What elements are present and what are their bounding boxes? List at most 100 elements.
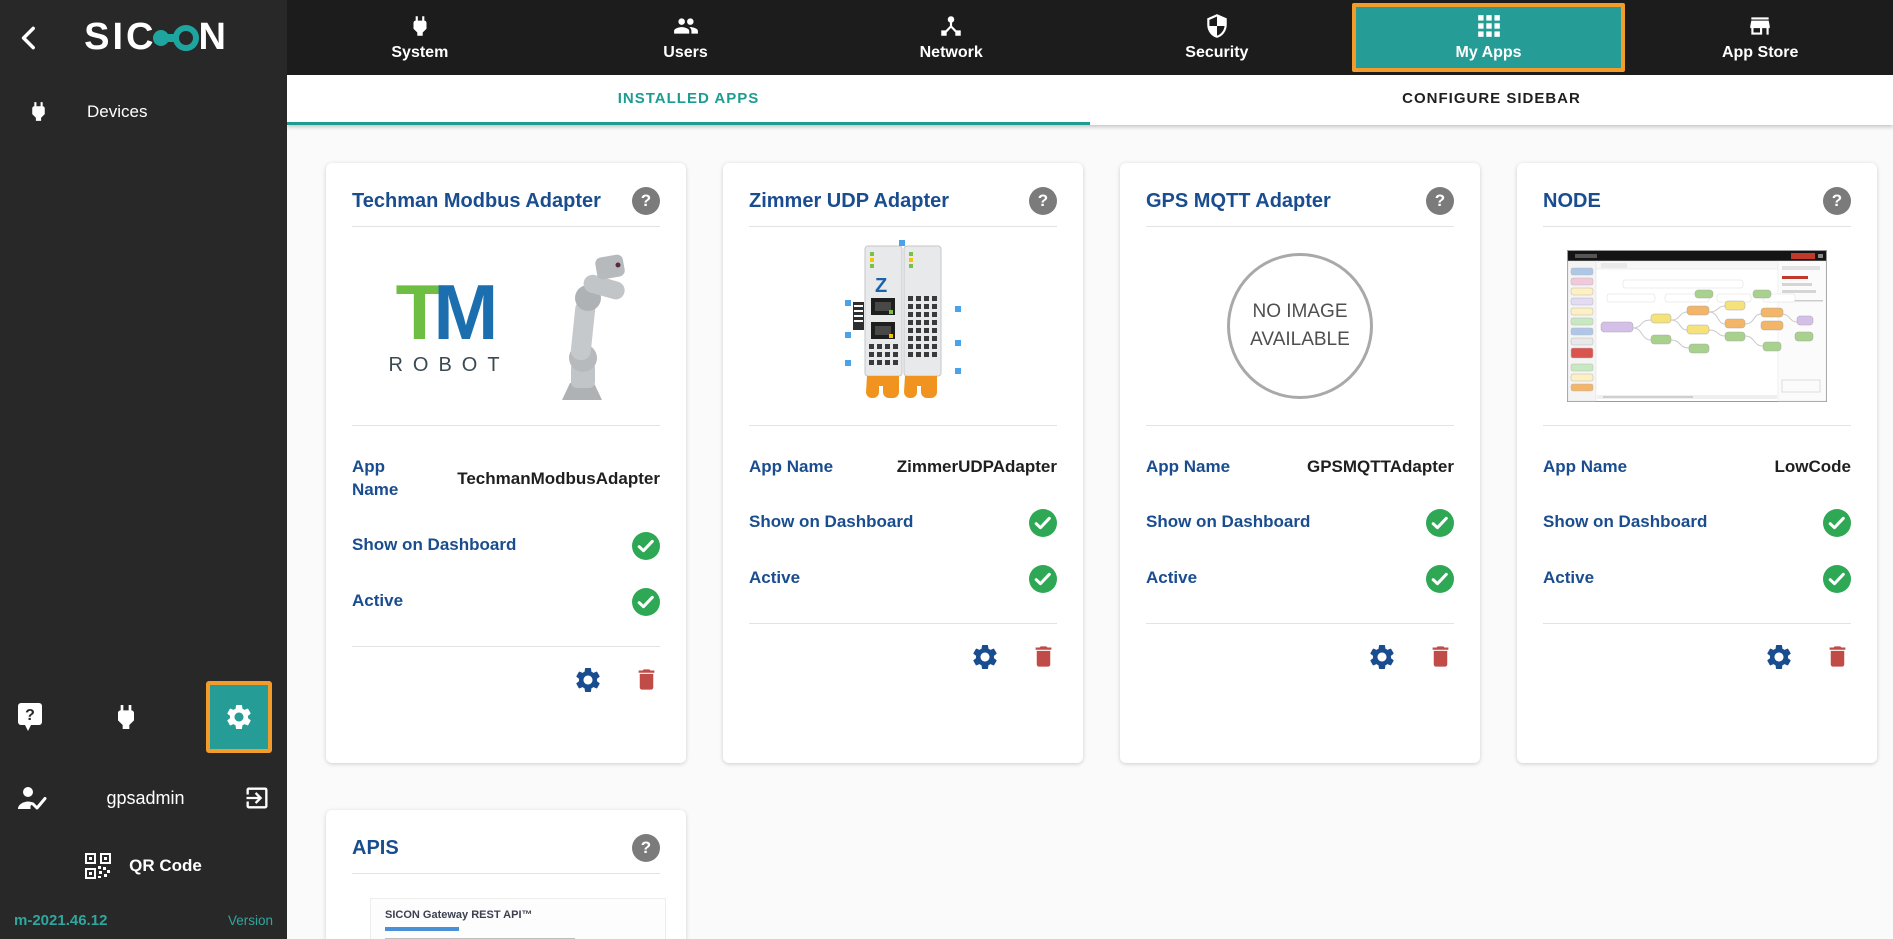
sidebar-tools: ? (0, 680, 287, 754)
plug-icon (26, 99, 51, 124)
show-on-dashboard-label: Show on Dashboard (1146, 512, 1311, 532)
card-settings-button[interactable] (970, 642, 1000, 672)
app-image: Z (749, 227, 1057, 425)
card-title: APIS (352, 836, 399, 859)
card-delete-button[interactable] (1030, 643, 1057, 670)
card-title: Techman Modbus Adapter (352, 189, 601, 212)
logo-text-left: SIC (84, 16, 157, 58)
trash-icon (1030, 643, 1057, 670)
active-label: Active (1543, 568, 1595, 588)
check-circle-icon[interactable] (1029, 564, 1057, 593)
divider (1146, 425, 1454, 426)
svg-text:?: ? (25, 707, 35, 724)
check-circle-icon[interactable] (632, 531, 660, 560)
account-check-icon (16, 783, 48, 813)
nav-item-users[interactable]: Users (553, 0, 819, 75)
qr-code-icon (85, 853, 112, 879)
check-circle-icon[interactable] (1426, 564, 1454, 593)
help-icon[interactable]: ? (632, 834, 660, 862)
sicon-logo: SIC N (52, 16, 261, 59)
app-name-label: App Name (1543, 457, 1628, 476)
app-image: NO IMAGE AVAILABLE (1146, 227, 1454, 425)
check-circle-icon[interactable] (1823, 508, 1851, 537)
no-image-placeholder: NO IMAGE AVAILABLE (1227, 253, 1373, 399)
qr-code-label: QR Code (129, 856, 202, 875)
tab-installed-apps[interactable]: INSTALLED APPS (287, 75, 1090, 125)
check-circle-icon[interactable] (1426, 508, 1454, 537)
trash-icon (633, 666, 660, 693)
help-icon[interactable]: ? (632, 187, 660, 215)
card-title: GPS MQTT Adapter (1146, 189, 1331, 212)
version-value: m-2021.46.12 (14, 912, 108, 929)
help-icon[interactable]: ? (1029, 187, 1057, 215)
api-doc-link-bar (385, 927, 459, 931)
version-row: m-2021.46.12 Version (14, 912, 273, 929)
logout-button[interactable] (243, 784, 271, 812)
logo-text-right: N (198, 16, 229, 58)
gear-icon (1764, 642, 1794, 672)
divider (1543, 425, 1851, 426)
shield-icon (1204, 13, 1230, 39)
back-button[interactable] (8, 16, 52, 60)
users-icon (673, 13, 699, 39)
gear-icon (573, 665, 603, 695)
chevron-left-icon (15, 23, 45, 53)
nav-item-network[interactable]: Network (818, 0, 1084, 75)
divider (1543, 622, 1851, 624)
robot-arm-image (536, 252, 628, 400)
nav-label: Security (1185, 44, 1249, 61)
nav-item-my-apps[interactable]: My Apps (1351, 3, 1626, 72)
check-circle-icon[interactable] (1029, 508, 1057, 537)
qr-code-button[interactable]: QR Code (0, 843, 287, 889)
app-card-apis: APIS ? SICON Gateway REST API™ (326, 810, 686, 939)
nav-label: Users (663, 44, 708, 61)
gear-icon (1367, 642, 1397, 672)
brand-bar: SIC N (0, 0, 287, 75)
card-settings-button[interactable] (1764, 642, 1794, 672)
app-card-gps-mqtt: GPS MQTT Adapter ? NO IMAGE AVAILABLE Ap… (1120, 163, 1480, 763)
sidebar-item-devices[interactable]: Devices (0, 75, 287, 148)
username: gpsadmin (106, 787, 185, 808)
sidebar: Devices ? gpsadmin QR Code m-2021.46.12 … (0, 75, 287, 939)
card-delete-button[interactable] (1427, 643, 1454, 670)
nav-item-system[interactable]: System (287, 0, 553, 75)
svg-text:Z: Z (875, 275, 887, 297)
help-button[interactable]: ? (15, 701, 45, 733)
trash-icon (1824, 643, 1851, 670)
help-icon[interactable]: ? (1823, 187, 1851, 215)
help-icon[interactable]: ? (1426, 187, 1454, 215)
device-plug-button[interactable] (110, 701, 142, 733)
nav-label: My Apps (1455, 44, 1522, 61)
tab-configure-sidebar[interactable]: CONFIGURE SIDEBAR (1090, 75, 1893, 125)
app-image: TM ROBOT (352, 227, 660, 425)
nav-label: Network (919, 44, 983, 61)
check-circle-icon[interactable] (632, 587, 660, 616)
card-delete-button[interactable] (633, 666, 660, 693)
app-card-grid: Techman Modbus Adapter ? TM ROBOT App Na… (326, 163, 1893, 939)
divider (352, 873, 660, 874)
main-content: Techman Modbus Adapter ? TM ROBOT App Na… (287, 125, 1893, 939)
divider (352, 425, 660, 426)
network-hub-icon (938, 13, 964, 39)
divider (352, 645, 660, 647)
divider (749, 622, 1057, 624)
apps-grid-icon (1476, 13, 1502, 39)
nav-label: App Store (1721, 44, 1799, 61)
card-delete-button[interactable] (1824, 643, 1851, 670)
help-bubble-icon: ? (15, 701, 45, 733)
node-red-flow-image (1567, 250, 1827, 402)
nav-label: System (391, 44, 449, 61)
card-settings-button[interactable] (1367, 642, 1397, 672)
app-name-value: LowCode (1774, 457, 1852, 477)
check-circle-icon[interactable] (1823, 564, 1851, 593)
card-settings-button[interactable] (573, 665, 603, 695)
active-label: Active (749, 568, 801, 588)
app-name-value: GPSMQTTAdapter (1306, 457, 1454, 477)
app-card-zimmer: Zimmer UDP Adapter ? Z App Name ZimmerUD… (723, 163, 1083, 763)
app-name-label: App Name (352, 457, 399, 499)
nav-item-security[interactable]: Security (1084, 0, 1350, 75)
zimmer-device-image: Z (845, 240, 961, 412)
settings-button-highlighted[interactable] (206, 681, 272, 753)
app-card-node: NODE ? App Name LowCode Show on Dashboar… (1517, 163, 1877, 763)
nav-item-app-store[interactable]: App Store (1627, 0, 1893, 75)
